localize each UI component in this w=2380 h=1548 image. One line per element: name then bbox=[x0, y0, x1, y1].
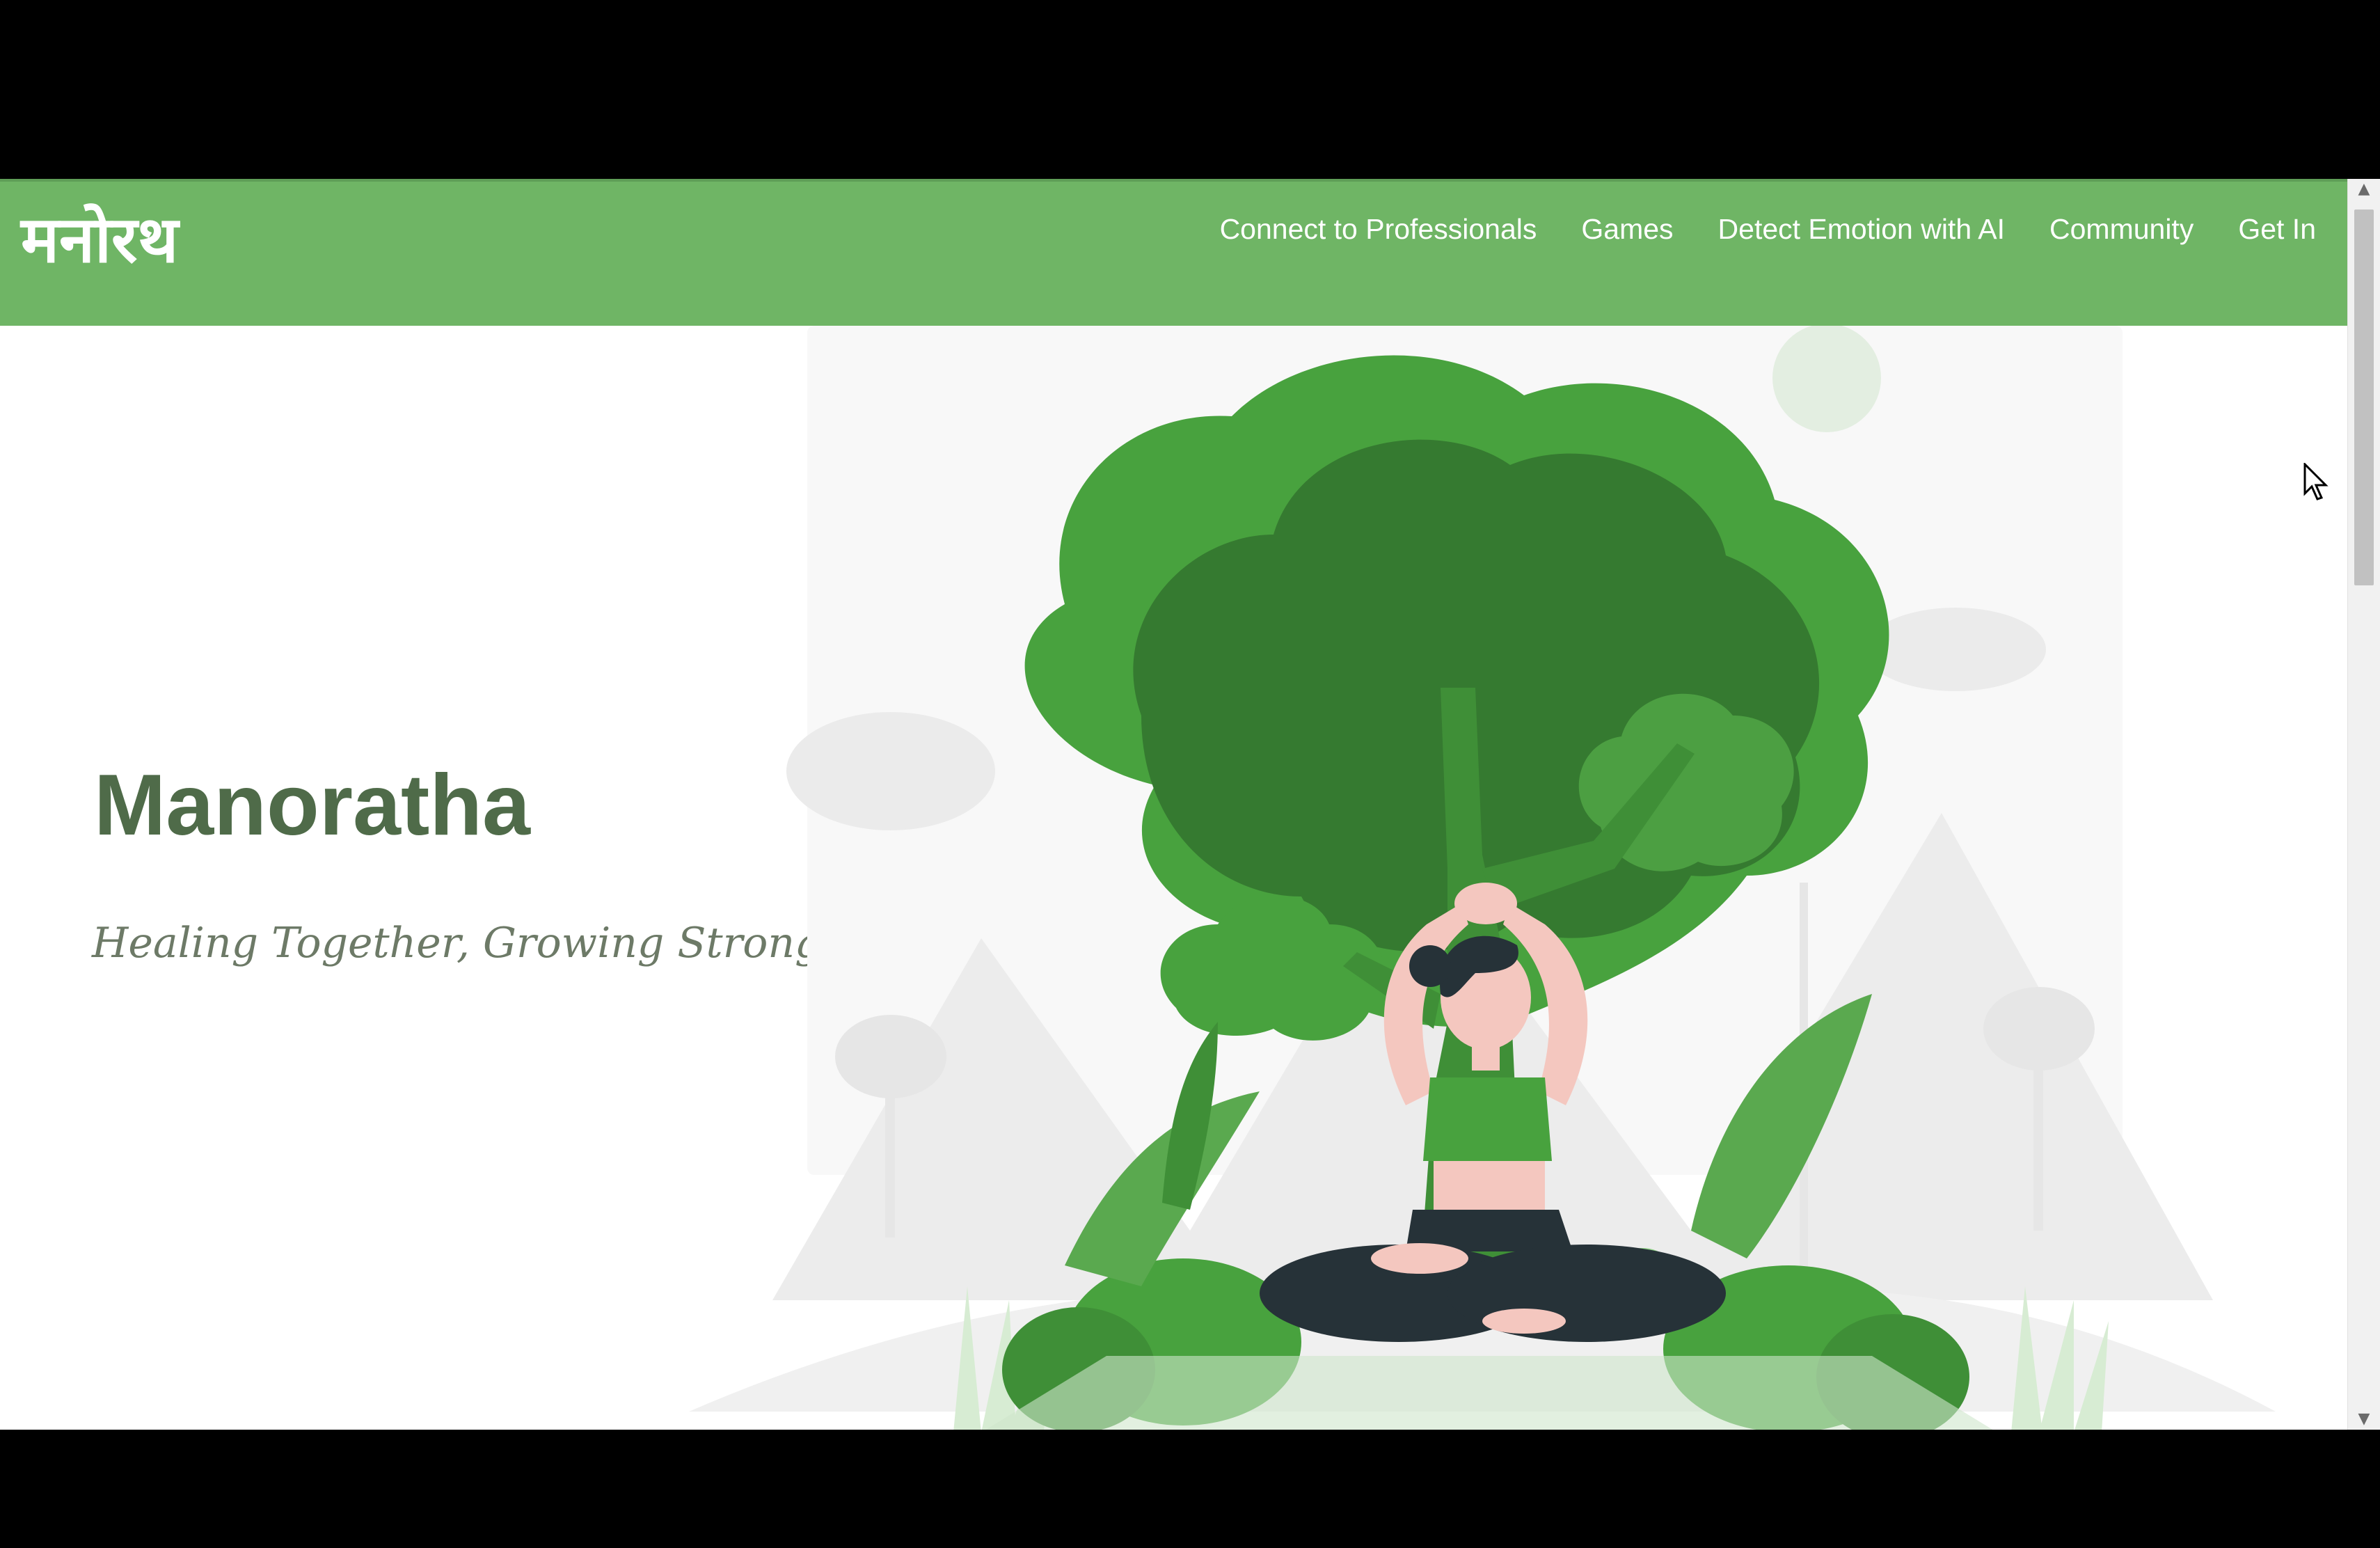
cloud-right bbox=[1865, 608, 2046, 691]
nav-link-community[interactable]: Community bbox=[2049, 215, 2193, 244]
nav-link-detect-emotion[interactable]: Detect Emotion with AI bbox=[1718, 215, 2005, 244]
sun-circle bbox=[1772, 326, 1881, 432]
hero-title: Manoratha bbox=[94, 757, 530, 853]
scroll-down-icon[interactable]: ▼ bbox=[2348, 1409, 2380, 1430]
nav-link-connect-to-professionals[interactable]: Connect to Professionals bbox=[1220, 215, 1537, 244]
yoga-tree-illustration bbox=[689, 326, 2276, 1430]
navbar: मनोरथ Connect to Professionals Games Det… bbox=[0, 179, 2348, 326]
brand-logo[interactable]: मनोरथ bbox=[21, 208, 178, 272]
browser-viewport: मनोरथ Connect to Professionals Games Det… bbox=[0, 179, 2380, 1430]
cloud-left bbox=[786, 712, 995, 830]
mouse-cursor-icon bbox=[2303, 463, 2329, 500]
nav-link-games[interactable]: Games bbox=[1581, 215, 1673, 244]
vertical-scrollbar[interactable]: ▲ ▼ bbox=[2347, 179, 2380, 1430]
scroll-up-icon[interactable]: ▲ bbox=[2348, 179, 2380, 200]
ground-mat bbox=[985, 1356, 1993, 1430]
scroll-thumb[interactable] bbox=[2354, 210, 2374, 585]
nav-link-get-in[interactable]: Get In bbox=[2238, 215, 2316, 244]
nav-links: Connect to Professionals Games Detect Em… bbox=[1220, 215, 2316, 244]
